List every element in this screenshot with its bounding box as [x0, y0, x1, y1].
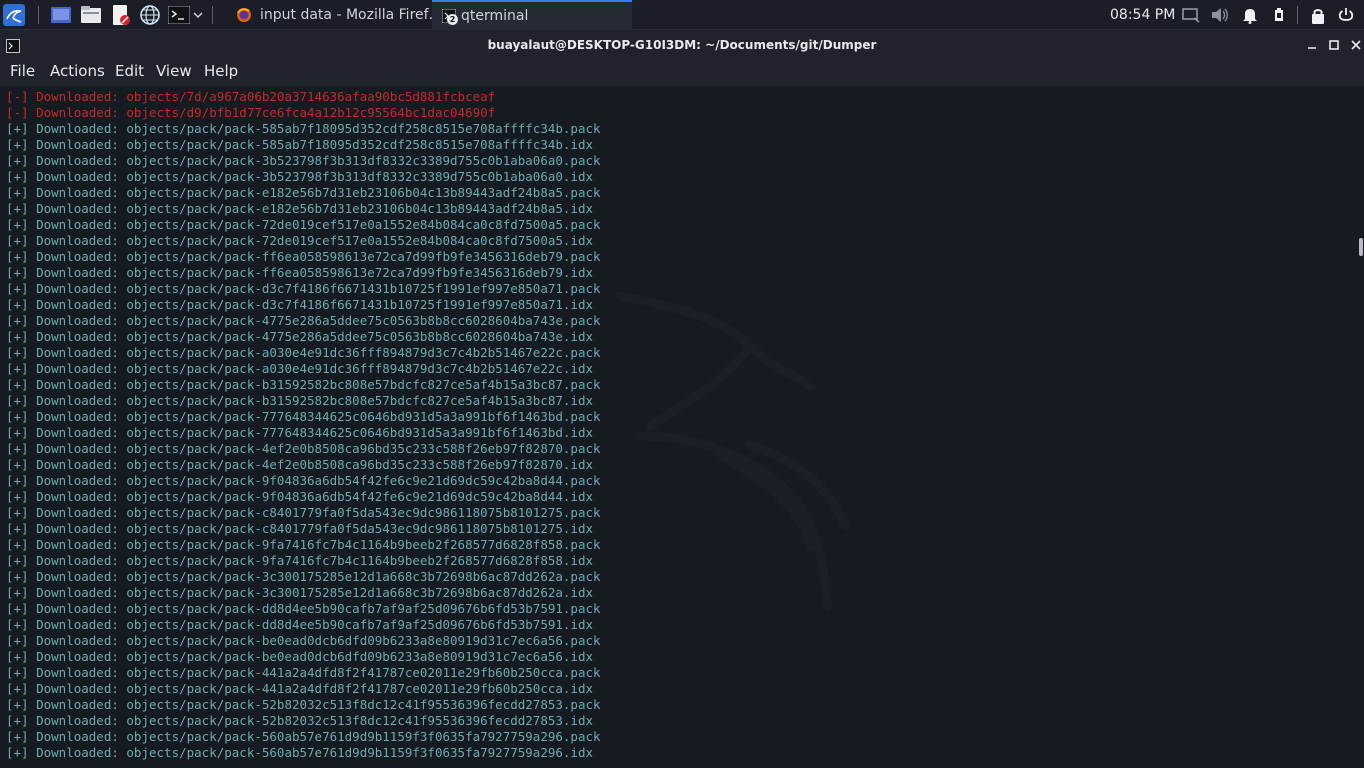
terminal-line: [+] Downloaded: objects/pack/pack-777648… [6, 425, 593, 440]
volume-icon[interactable] [1210, 5, 1230, 25]
terminal-line: [+] Downloaded: objects/pack/pack-ff6ea0… [6, 249, 601, 264]
scrollbar-thumb[interactable] [1359, 238, 1363, 256]
close-icon[interactable] [1349, 38, 1363, 52]
terminal-line: [+] Downloaded: objects/pack/pack-441a2a… [6, 681, 593, 696]
lock-screen-icon[interactable] [1308, 5, 1328, 25]
terminal-line: [+] Downloaded: objects/pack/pack-dd8d4e… [6, 617, 593, 632]
panel-separator [1297, 6, 1298, 24]
terminal-line: [+] Downloaded: objects/pack/pack-52b820… [6, 713, 593, 728]
terminal-line: [+] Downloaded: objects/pack/pack-9f0483… [6, 489, 593, 504]
terminal-line: [-] Downloaded: objects/7d/a967a06b20a37… [6, 89, 496, 104]
terminal-line: [+] Downloaded: objects/pack/pack-441a2a… [6, 665, 601, 680]
panel-separator [212, 6, 213, 24]
terminal-line: [+] Downloaded: objects/pack/pack-be0ead… [6, 649, 593, 664]
terminal-line: [+] Downloaded: objects/pack/pack-e182e5… [6, 185, 601, 200]
task-label: input data - Mozilla Firef… [260, 7, 432, 23]
terminal-line: [+] Downloaded: objects/pack/pack-52b820… [6, 697, 601, 712]
terminal-output[interactable]: [-] Downloaded: objects/7d/a967a06b20a37… [0, 86, 1364, 768]
terminal-line: [+] Downloaded: objects/pack/pack-585ab7… [6, 121, 601, 136]
terminal-line: [+] Downloaded: objects/pack/pack-d3c7f4… [6, 281, 601, 296]
kali-dragon-watermark-icon [615, 291, 850, 611]
terminal-icon: 2 [442, 9, 458, 25]
terminal-line: [+] Downloaded: objects/pack/pack-72de01… [6, 217, 601, 232]
terminal-line: [+] Downloaded: objects/pack/pack-ff6ea0… [6, 265, 593, 280]
terminal-line: [+] Downloaded: objects/pack/pack-d3c7f4… [6, 297, 593, 312]
terminal-line: [+] Downloaded: objects/pack/pack-b31592… [6, 393, 593, 408]
clock[interactable]: 08:54 PM [1110, 0, 1175, 30]
notifications-bell-icon[interactable] [1240, 5, 1260, 25]
terminal-line: [+] Downloaded: objects/pack/pack-585ab7… [6, 137, 593, 152]
kali-menu-icon[interactable] [3, 4, 25, 26]
terminal-line: [+] Downloaded: objects/pack/pack-3b5237… [6, 169, 593, 184]
terminal-line: [+] Downloaded: objects/pack/pack-c84017… [6, 521, 593, 536]
terminal-launcher-icon[interactable] [168, 4, 190, 26]
terminal-line: [+] Downloaded: objects/pack/pack-3b5237… [6, 153, 601, 168]
chevron-down-icon[interactable] [191, 4, 205, 26]
terminal-line: [-] Downloaded: objects/d9/bfb1d77ce6fca… [6, 105, 496, 120]
terminal-lines: [-] Downloaded: objects/7d/a967a06b20a37… [6, 89, 601, 761]
task-button-qterminal[interactable]: 2 qterminal [432, 0, 632, 30]
minimize-icon[interactable] [1305, 38, 1319, 52]
panel-separator [38, 6, 39, 24]
terminal-line: [+] Downloaded: objects/pack/pack-a030e4… [6, 361, 593, 376]
web-browser-icon[interactable] [139, 4, 161, 26]
terminal-line: [+] Downloaded: objects/pack/pack-be0ead… [6, 633, 601, 648]
terminal-line: [+] Downloaded: objects/pack/pack-e182e5… [6, 201, 593, 216]
terminal-line: [+] Downloaded: objects/pack/pack-3c3001… [6, 585, 593, 600]
power-icon[interactable] [1336, 5, 1356, 25]
terminal-line: [+] Downloaded: objects/pack/pack-b31592… [6, 377, 601, 392]
terminal-line: [+] Downloaded: objects/pack/pack-9fa741… [6, 553, 593, 568]
terminal-line: [+] Downloaded: objects/pack/pack-9f0483… [6, 473, 601, 488]
menu-help[interactable]: Help [204, 60, 238, 82]
battery-icon[interactable] [1269, 5, 1289, 25]
terminal-line: [+] Downloaded: objects/pack/pack-560ab5… [6, 745, 593, 760]
text-editor-icon[interactable] [110, 4, 132, 26]
menu-view[interactable]: View [156, 60, 192, 82]
firefox-icon [236, 7, 252, 23]
menu-edit[interactable]: Edit [115, 60, 144, 82]
file-manager-icon[interactable] [80, 4, 102, 26]
task-button-firefox[interactable]: input data - Mozilla Firef… [222, 0, 432, 30]
window-title: buayalaut@DESKTOP-G10I3DM: ~/Documents/g… [487, 38, 877, 52]
window-titlebar[interactable]: buayalaut@DESKTOP-G10I3DM: ~/Documents/g… [0, 30, 1364, 60]
task-label: qterminal [461, 8, 529, 24]
terminal-line: [+] Downloaded: objects/pack/pack-9fa741… [6, 537, 601, 552]
terminal-line: [+] Downloaded: objects/pack/pack-c84017… [6, 505, 601, 520]
terminal-line: [+] Downloaded: objects/pack/pack-4775e2… [6, 313, 601, 328]
terminal-line: [+] Downloaded: objects/pack/pack-560ab5… [6, 729, 601, 744]
menu-bar: File Actions Edit View Help [0, 60, 1364, 86]
show-desktop-icon[interactable] [50, 4, 72, 26]
terminal-line: [+] Downloaded: objects/pack/pack-a030e4… [6, 345, 601, 360]
terminal-line: [+] Downloaded: objects/pack/pack-4ef2e0… [6, 441, 601, 456]
terminal-line: [+] Downloaded: objects/pack/pack-dd8d4e… [6, 601, 601, 616]
terminal-line: [+] Downloaded: objects/pack/pack-72de01… [6, 233, 593, 248]
menu-actions[interactable]: Actions [50, 60, 105, 82]
terminal-line: [+] Downloaded: objects/pack/pack-777648… [6, 409, 601, 424]
terminal-line: [+] Downloaded: objects/pack/pack-3c3001… [6, 569, 601, 584]
display-icon[interactable] [1181, 5, 1201, 25]
window-count-badge: 2 [447, 14, 458, 25]
terminal-line: [+] Downloaded: objects/pack/pack-4775e2… [6, 329, 593, 344]
top-panel: input data - Mozilla Firef… 2 qterminal … [0, 0, 1364, 30]
terminal-line: [+] Downloaded: objects/pack/pack-4ef2e0… [6, 457, 593, 472]
menu-file[interactable]: File [10, 60, 35, 82]
maximize-icon[interactable] [1327, 38, 1341, 52]
